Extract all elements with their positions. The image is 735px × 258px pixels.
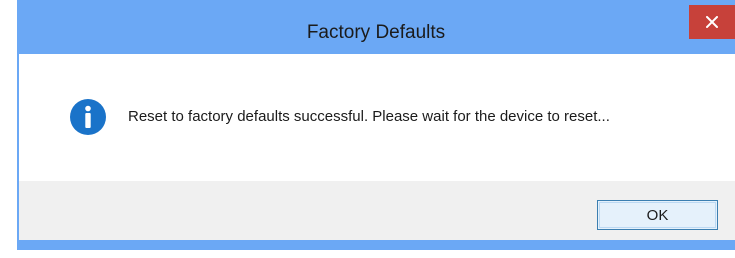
message-dialog: Factory Defaults Reset to factory defaul… bbox=[17, 0, 735, 250]
close-icon bbox=[706, 16, 718, 28]
button-bar: OK bbox=[19, 181, 735, 240]
info-icon bbox=[69, 98, 107, 136]
ok-button-label: OK bbox=[646, 206, 669, 224]
ok-button[interactable]: OK bbox=[597, 200, 718, 230]
message-area: Reset to factory defaults successful. Pl… bbox=[19, 54, 735, 181]
title-bar[interactable]: Factory Defaults bbox=[17, 0, 735, 54]
message-text: Reset to factory defaults successful. Pl… bbox=[128, 108, 610, 125]
page: Factory Defaults Reset to factory defaul… bbox=[0, 0, 735, 258]
window-title: Factory Defaults bbox=[306, 22, 446, 43]
dialog-body: Reset to factory defaults successful. Pl… bbox=[19, 54, 735, 240]
close-button[interactable] bbox=[689, 5, 735, 39]
